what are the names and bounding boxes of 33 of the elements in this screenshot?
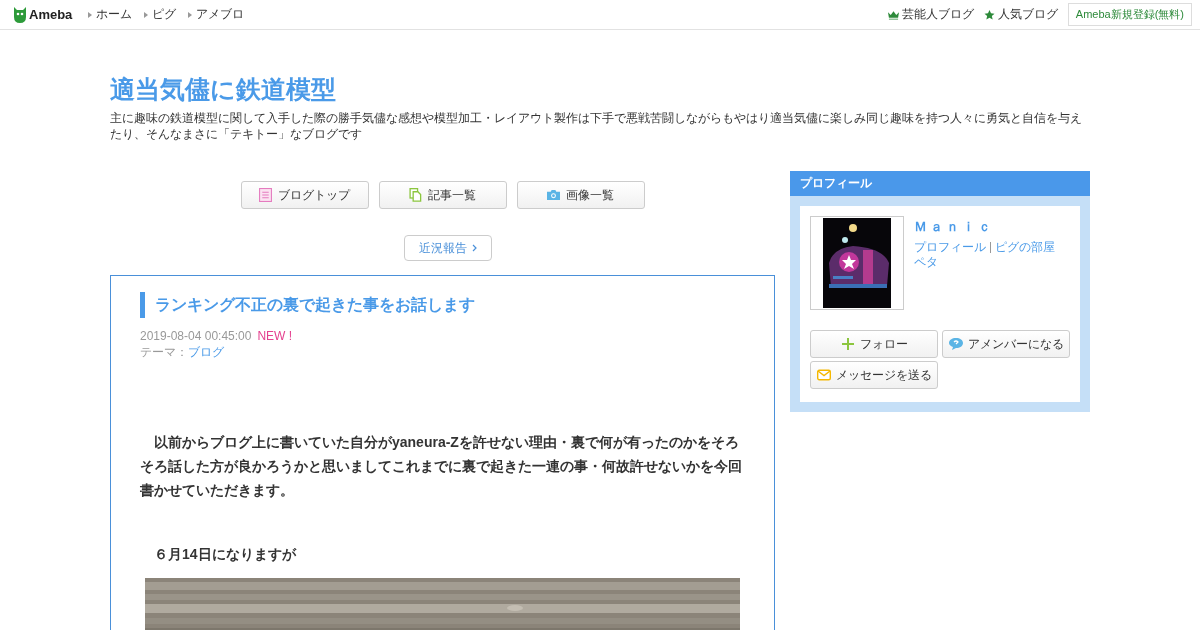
recent-news-button[interactable]: 近況報告 <box>403 235 492 261</box>
camera-icon <box>547 188 560 202</box>
theme-label: テーマ： <box>140 345 188 359</box>
article-paragraph: 以前からブログ上に書いていた自分がyaneura-Zを許せない理由・裏で何が有ったのかをそろそろ話した方が良かろうかと思いましてこれまでに裏で起きた一連の事・何故許せないかを今回書かせていただきます。 <box>140 433 743 500</box>
top-link[interactable]: 芸能人ブログ <box>887 6 974 23</box>
triangle-icon <box>188 11 193 18</box>
article-date: 2019-08-04 00:45:00 <box>140 329 252 343</box>
star-icon <box>983 9 995 20</box>
new-label: NEW ! <box>257 329 293 343</box>
menu-button[interactable]: 記事一覧 <box>378 181 507 209</box>
article-paragraph: ６月14日になりますが <box>153 545 298 564</box>
top-link[interactable]: 人気ブログ <box>983 6 1058 23</box>
ameba-logo[interactable]: Ameba <box>13 5 73 24</box>
crown-icon <box>887 9 899 20</box>
menu-button[interactable]: 画像一覧 <box>516 181 645 209</box>
triangle-icon <box>144 11 149 18</box>
menu-button[interactable]: ブログトップ <box>240 181 369 209</box>
nav-link[interactable]: ホーム <box>88 6 133 23</box>
document-icon <box>409 188 422 202</box>
profile-button[interactable]: アメンバーになる <box>942 330 1070 358</box>
nav-link[interactable]: ピグ <box>144 6 177 23</box>
list-icon <box>259 188 272 202</box>
signup-button[interactable]: Ameba新規登録(無料) <box>1067 3 1192 26</box>
nav-link[interactable]: アメブロ <box>188 6 245 23</box>
triangle-icon <box>88 11 93 18</box>
profile-heading: プロフィール <box>790 171 1090 196</box>
profile-button[interactable]: メッセージを送る <box>810 361 938 389</box>
blog-description: 主に趣味の鉄道模型に関して入手した際の勝手気儘な感想や模型加工・レイアウト製作は下手で悪戦苦闘しながらもやはり適当気儘に楽しみ同じ趣味を持つ人々に勇気と自信を与えたり、そんなまさに「テキトー」なブログです <box>110 110 1083 142</box>
profile-button[interactable]: フォロー <box>810 330 938 358</box>
plus-icon <box>840 338 855 350</box>
chevron-icon <box>471 244 477 252</box>
envelope-icon <box>817 369 831 381</box>
speech-bubble-icon <box>948 338 963 350</box>
